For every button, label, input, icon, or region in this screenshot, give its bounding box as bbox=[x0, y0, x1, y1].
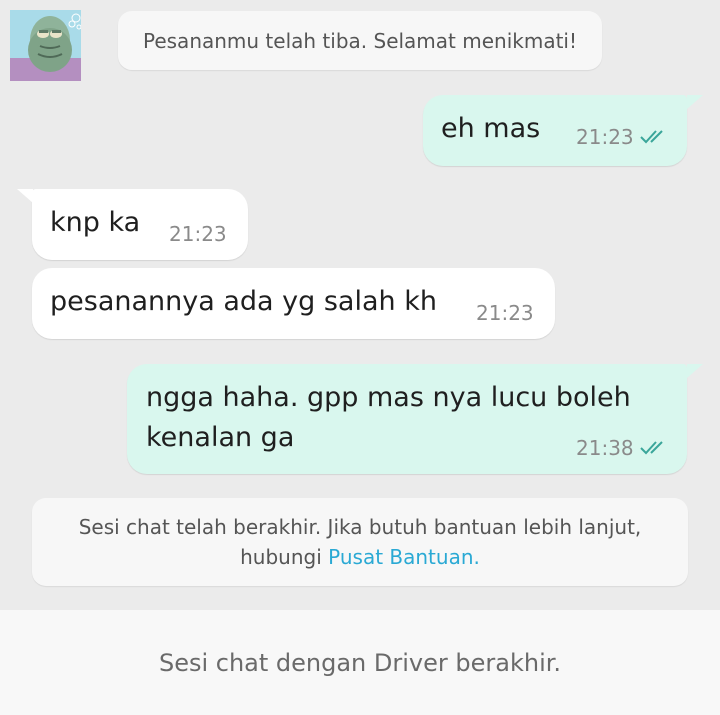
chat-ended-footer-text: Sesi chat dengan Driver berakhir. bbox=[158, 648, 562, 677]
message-bubble-incoming[interactable]: pesanannya ada yg salah kh 21:23 bbox=[32, 268, 555, 339]
message-bubble-outgoing[interactable]: ngga haha. gpp mas nya lucu boleh kenala… bbox=[127, 364, 687, 474]
chat-ended-line-1: Sesi chat telah berakhir. Jika butuh ban… bbox=[78, 515, 642, 539]
bubble-tail bbox=[687, 95, 703, 109]
message-time: 21:23 bbox=[169, 222, 227, 246]
fish-character-avatar-icon bbox=[10, 10, 81, 81]
message-text-line-1: ngga haha. gpp mas nya lucu boleh bbox=[146, 382, 631, 413]
message-text: eh mas bbox=[441, 113, 541, 144]
chat-ended-footer: Sesi chat dengan Driver berakhir. bbox=[0, 610, 720, 715]
chat-ended-line-2: hubungi Pusat Bantuan. bbox=[32, 542, 688, 572]
chat-ended-notice: Sesi chat telah berakhir. Jika butuh ban… bbox=[32, 498, 688, 586]
message-time: 21:23 bbox=[576, 125, 634, 149]
help-center-link[interactable]: Pusat Bantuan. bbox=[328, 545, 480, 569]
message-text-line-2: kenalan ga bbox=[146, 422, 295, 453]
chat-ended-prefix: hubungi bbox=[240, 545, 329, 569]
order-arrived-notice: Pesananmu telah tiba. Selamat menikmati! bbox=[118, 11, 602, 70]
message-bubble-incoming[interactable]: knp ka 21:23 bbox=[32, 189, 248, 260]
chat-area[interactable]: Pesananmu telah tiba. Selamat menikmati!… bbox=[0, 0, 720, 610]
message-time: 21:23 bbox=[476, 301, 534, 325]
read-receipt-icon bbox=[640, 441, 663, 455]
message-text: knp ka bbox=[50, 207, 141, 238]
bubble-tail bbox=[17, 189, 33, 203]
message-time: 21:38 bbox=[576, 436, 634, 460]
message-bubble-outgoing[interactable]: eh mas 21:23 bbox=[423, 95, 687, 166]
driver-avatar[interactable] bbox=[10, 10, 81, 81]
read-receipt-icon bbox=[640, 130, 663, 144]
message-text: pesanannya ada yg salah kh bbox=[50, 286, 437, 317]
bubble-tail bbox=[687, 364, 703, 378]
order-arrived-text: Pesananmu telah tiba. Selamat menikmati! bbox=[142, 28, 577, 53]
